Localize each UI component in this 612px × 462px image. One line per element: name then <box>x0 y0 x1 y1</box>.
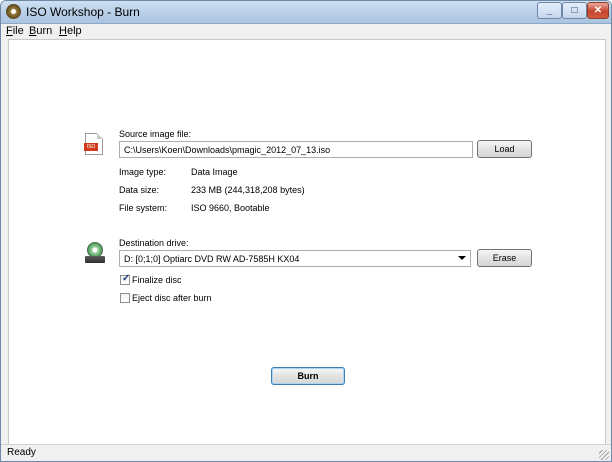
destination-label: Destination drive: <box>119 238 189 248</box>
optical-drive-icon <box>85 242 105 264</box>
menu-help-label: elp <box>66 25 82 37</box>
source-path-field[interactable]: C:\Users\Koen\Downloads\pmagic_2012_07_1… <box>119 141 473 158</box>
image-type-value: Data Image <box>191 167 238 177</box>
menu-file[interactable]: File <box>6 25 24 37</box>
close-button[interactable]: ✕ <box>587 2 609 19</box>
menu-help[interactable]: Help <box>59 25 82 37</box>
app-icon <box>6 4 21 19</box>
menu-help-accel: H <box>59 25 67 37</box>
file-system-value: ISO 9660, Bootable <box>191 203 270 213</box>
image-type-label: Image type: <box>119 167 167 177</box>
chevron-down-icon[interactable] <box>458 256 466 260</box>
resize-grip-icon[interactable] <box>599 450 609 460</box>
status-text: Ready <box>7 447 36 458</box>
destination-drive-value: D: [0;1;0] Optiarc DVD RW AD-7585H KX04 <box>124 254 300 264</box>
burn-button[interactable]: Burn <box>271 367 345 385</box>
iso-file-icon: ISO <box>84 133 103 155</box>
menu-burn-label: urn <box>36 25 53 37</box>
checkmark-icon: ✓ <box>122 273 131 284</box>
close-icon: ✕ <box>593 5 603 16</box>
eject-disc-label[interactable]: Eject disc after burn <box>132 293 212 303</box>
drive-tray-icon <box>85 256 105 263</box>
data-size-value: 233 MB (244,318,208 bytes) <box>191 185 305 195</box>
status-bar: Ready <box>1 444 611 461</box>
minimize-button[interactable]: _ <box>537 2 562 19</box>
load-button[interactable]: Load <box>477 140 532 158</box>
erase-button[interactable]: Erase <box>477 249 532 267</box>
iso-file-icon-label: ISO <box>84 143 98 151</box>
menu-burn[interactable]: Burn <box>29 25 52 37</box>
app-window: ISO Workshop - Burn _ □ ✕ File Burn Help… <box>0 0 612 462</box>
source-label: Source image file: <box>119 129 192 139</box>
minimize-icon: _ <box>546 5 553 16</box>
finalize-disc-label[interactable]: Finalize disc <box>132 275 182 285</box>
data-size-label: Data size: <box>119 185 160 195</box>
eject-disc-checkbox[interactable] <box>120 293 130 303</box>
finalize-disc-checkbox[interactable]: ✓ <box>120 273 131 285</box>
window-title: ISO Workshop - Burn <box>26 5 140 19</box>
menu-file-label: ile <box>12 25 24 37</box>
maximize-icon: □ <box>571 5 578 16</box>
maximize-button[interactable]: □ <box>562 2 587 19</box>
file-system-label: File system: <box>119 203 168 213</box>
title-bar: ISO Workshop - Burn _ □ ✕ <box>1 1 611 24</box>
main-panel: ISO Source image file: C:\Users\Koen\Dow… <box>8 39 606 446</box>
destination-drive-select[interactable]: D: [0;1;0] Optiarc DVD RW AD-7585H KX04 <box>119 250 471 267</box>
menu-bar: File Burn Help <box>1 24 611 38</box>
menu-file-accel: F <box>6 25 13 37</box>
